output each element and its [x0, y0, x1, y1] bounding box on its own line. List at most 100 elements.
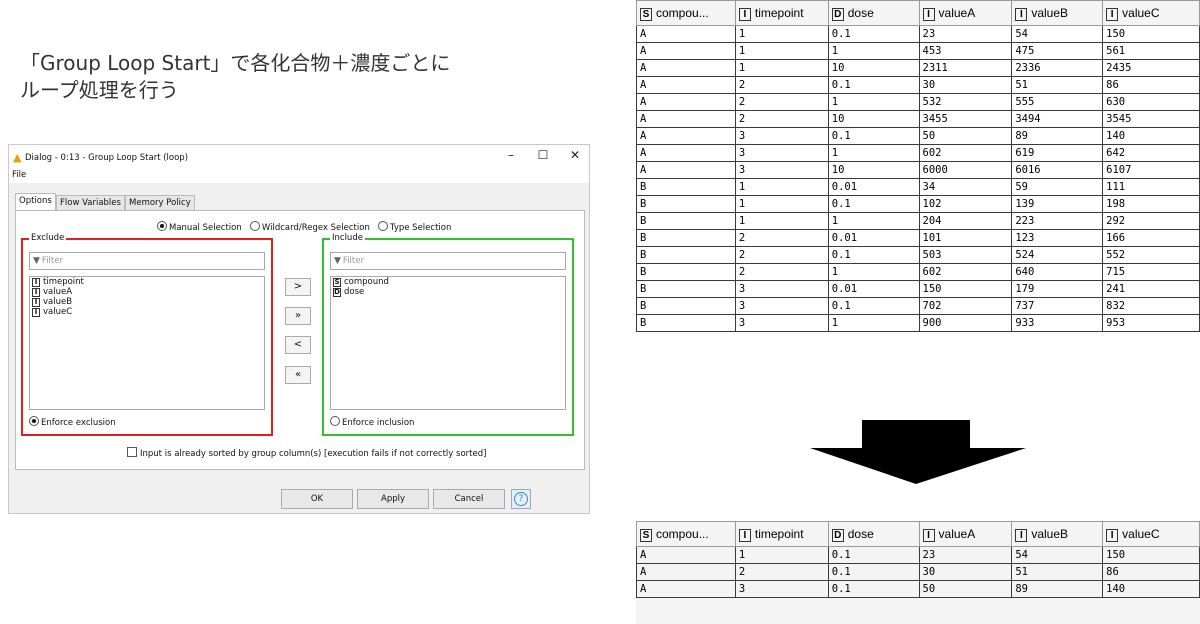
table-cell: 2 [734, 93, 829, 111]
table-cell: 150 [918, 280, 1013, 298]
exclude-label: Exclude [29, 233, 67, 243]
type-badge: I [1015, 7, 1028, 21]
include-filter-input[interactable]: ▼ Filter [330, 252, 566, 270]
table-row[interactable]: B 3 1 900 933 953 [636, 314, 1200, 332]
column-header[interactable]: IvalueA [918, 521, 1013, 547]
table-cell: 123 [1011, 229, 1104, 247]
column-header[interactable]: IvalueC [1102, 521, 1200, 547]
table-row[interactable]: B 3 0.01 150 179 241 [636, 280, 1200, 298]
table-cell: 1 [827, 93, 920, 111]
table-row[interactable]: B 1 0.1 102 139 198 [636, 195, 1200, 213]
table-cell: 23 [918, 25, 1013, 43]
column-header[interactable]: Itimepoint [734, 521, 829, 547]
table-cell: 2 [734, 263, 829, 281]
move-all-left-button[interactable]: « [285, 366, 311, 384]
table-row[interactable]: A 1 0.1 23 54 150 [636, 25, 1200, 43]
table-cell: B [636, 229, 736, 247]
enforce-exclusion-radio[interactable]: Enforce exclusion [29, 416, 116, 428]
column-name: valueC [1122, 5, 1160, 20]
table-row[interactable]: A 1 1 453 475 561 [636, 42, 1200, 60]
table-cell: 86 [1102, 563, 1200, 581]
column-header[interactable]: IvalueB [1011, 0, 1104, 26]
table-cell: 832 [1102, 297, 1200, 315]
move-left-button[interactable]: < [285, 336, 311, 354]
table-row[interactable]: B 2 1 602 640 715 [636, 263, 1200, 281]
table-cell: 3 [734, 280, 829, 298]
column-header[interactable]: IvalueC [1102, 0, 1200, 26]
maximize-button[interactable]: ☐ [533, 148, 553, 162]
list-item[interactable]: IvalueC [30, 307, 264, 317]
column-name: valueA [938, 526, 976, 541]
table-cell: 2 [734, 110, 829, 128]
dialog-title: Dialog - 0:13 - Group Loop Start (loop) [25, 153, 189, 163]
column-header[interactable]: Itimepoint [734, 0, 829, 26]
move-right-button[interactable]: > [285, 278, 311, 296]
table-cell: 602 [918, 144, 1013, 162]
table-cell: 453 [918, 42, 1013, 60]
table-cell: 89 [1011, 580, 1104, 598]
column-header[interactable]: Scompou... [636, 521, 736, 547]
radio-type-selection[interactable]: Type Selection [377, 221, 451, 233]
type-badge: I [1106, 7, 1119, 21]
column-header[interactable]: Ddose [827, 0, 920, 26]
minimize-button[interactable]: – [501, 148, 521, 162]
tab-flow-variables[interactable]: Flow Variables [56, 195, 125, 210]
column-header[interactable]: IvalueB [1011, 521, 1104, 547]
move-all-right-button[interactable]: » [285, 307, 311, 325]
table-cell: 1 [827, 314, 920, 332]
ok-button[interactable]: OK [281, 489, 353, 509]
table-row[interactable]: B 2 0.01 101 123 166 [636, 229, 1200, 247]
column-header[interactable]: IvalueA [918, 0, 1013, 26]
table-row[interactable]: B 2 0.1 503 524 552 [636, 246, 1200, 264]
tab-memory-policy[interactable]: Memory Policy [125, 195, 195, 210]
tab-options[interactable]: Options [15, 193, 56, 210]
table-row[interactable]: A 3 10 6000 6016 6107 [636, 161, 1200, 179]
table-cell: 3 [734, 127, 829, 145]
table-row[interactable]: A 3 0.1 50 89 140 [636, 580, 1200, 598]
list-item[interactable]: Itimepoint [30, 277, 264, 287]
column-header[interactable]: Ddose [827, 521, 920, 547]
radio-wildcard-selection[interactable]: Wildcard/Regex Selection [249, 221, 370, 233]
help-button[interactable]: ? [511, 489, 531, 509]
list-item[interactable]: IvalueB [30, 297, 264, 307]
table-row[interactable]: B 1 1 204 223 292 [636, 212, 1200, 230]
table-cell: 51 [1011, 563, 1104, 581]
table-row[interactable]: A 1 10 2311 2336 2435 [636, 59, 1200, 77]
table-cell: 0.1 [827, 25, 920, 43]
table-cell: 150 [1102, 25, 1200, 43]
radio-manual-selection[interactable]: Manual Selection [157, 221, 242, 233]
exclude-filter-input[interactable]: ▼ Filter [29, 252, 265, 270]
table-row[interactable]: A 1 0.1 23 54 150 [636, 546, 1200, 564]
list-item[interactable]: IvalueA [30, 287, 264, 297]
sorted-input-checkbox[interactable]: Input is already sorted by group column(… [127, 447, 486, 459]
type-badge: I [1015, 528, 1028, 542]
type-badge: I [738, 528, 751, 542]
include-list[interactable]: Scompound Ddose [330, 276, 566, 410]
enforce-inclusion-radio[interactable]: Enforce inclusion [330, 416, 414, 428]
column-name: valueA [938, 5, 976, 20]
table-row[interactable]: A 2 0.1 30 51 86 [636, 563, 1200, 581]
cancel-button[interactable]: Cancel [433, 489, 505, 509]
table-cell: A [636, 563, 736, 581]
column-header[interactable]: Scompou... [636, 0, 736, 26]
table-row[interactable]: A 2 0.1 30 51 86 [636, 76, 1200, 94]
apply-button[interactable]: Apply [357, 489, 429, 509]
table-row[interactable]: A 3 1 602 619 642 [636, 144, 1200, 162]
close-button[interactable]: ✕ [565, 148, 585, 162]
list-item[interactable]: Ddose [331, 287, 565, 297]
exclude-list[interactable]: Itimepoint IvalueA IvalueB IvalueC [29, 276, 265, 410]
table-row[interactable]: A 3 0.1 50 89 140 [636, 127, 1200, 145]
menu-file[interactable]: File [12, 170, 26, 180]
table-cell: 3494 [1011, 110, 1104, 128]
table-cell: A [636, 144, 736, 162]
table-cell: 737 [1011, 297, 1104, 315]
table-row[interactable]: B 3 0.1 702 737 832 [636, 297, 1200, 315]
column-name: valueB [1031, 526, 1069, 541]
table-row[interactable]: A 2 1 532 555 630 [636, 93, 1200, 111]
caption: 「Group Loop Start」で各化合物＋濃度ごとに ループ処理を行う [20, 50, 450, 104]
table-row[interactable]: A 2 10 3455 3494 3545 [636, 110, 1200, 128]
column-name: timepoint [754, 5, 804, 20]
table-cell: 292 [1102, 212, 1200, 230]
table-row[interactable]: B 1 0.01 34 59 111 [636, 178, 1200, 196]
list-item[interactable]: Scompound [331, 277, 565, 287]
